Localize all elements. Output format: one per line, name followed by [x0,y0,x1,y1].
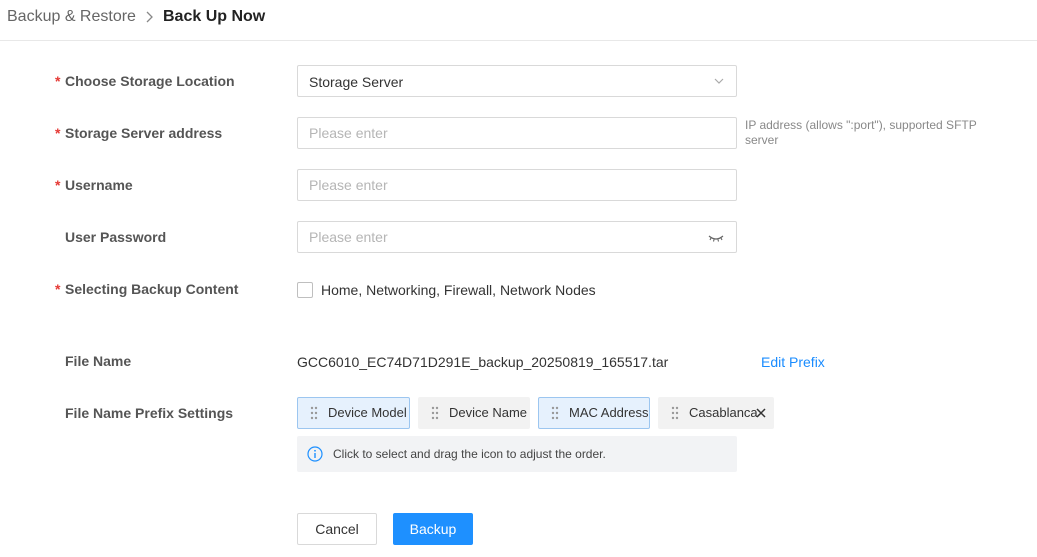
edit-prefix-link[interactable]: Edit Prefix [761,353,825,371]
chip-label: Casablanca [689,405,758,420]
prefix-chip-device-name[interactable]: Device Name [418,397,530,429]
close-icon[interactable] [756,408,766,418]
page-title: Back Up Now [163,8,266,25]
drag-handle-icon[interactable] [551,406,559,420]
prefix-chip-device-model[interactable]: Device Model [297,397,410,429]
eye-closed-icon[interactable] [708,232,724,244]
prefix-info-text: Click to select and drag the icon to adj… [333,447,606,461]
username-field-wrapper [297,169,737,201]
backup-button[interactable]: Backup [393,513,473,545]
storage-location-label: Choose Storage Location [65,73,235,89]
password-field-wrapper [297,221,737,253]
server-address-label: Storage Server address [65,125,223,141]
backup-content-label: Selecting Backup Content [65,281,239,297]
chip-label: Device Model [328,405,407,420]
storage-location-select[interactable]: Storage Server [297,65,737,97]
server-address-input[interactable] [298,118,736,148]
storage-location-value: Storage Server [309,74,404,90]
chevron-down-icon [714,78,724,84]
file-name-label: File Name [65,353,132,369]
password-input[interactable] [298,222,736,252]
chevron-right-icon [146,11,153,23]
backup-content-option-label[interactable]: Home, Networking, Firewall, Network Node… [321,281,596,299]
prefix-settings-label: File Name Prefix Settings [65,405,234,421]
page-header: Backup & Restore Back Up Now [0,0,1037,41]
required-marker: * [55,281,61,297]
prefix-info-box: Click to select and drag the icon to adj… [297,436,737,472]
drag-handle-icon[interactable] [310,406,318,420]
cancel-button[interactable]: Cancel [297,513,377,545]
file-name-value: GCC6010_EC74D71D291E_backup_20250819_165… [297,354,669,370]
required-marker: * [55,73,61,89]
drag-handle-icon[interactable] [671,406,679,420]
required-marker: * [55,125,61,141]
password-label: User Password [65,229,167,245]
chip-label: MAC Address [569,405,649,420]
server-address-field-wrapper [297,117,737,149]
chip-label: Device Name [449,405,528,420]
required-marker: * [55,177,61,193]
username-input[interactable] [298,170,736,200]
drag-handle-icon[interactable] [431,406,439,420]
server-address-hint: IP address (allows ":port"), supported S… [745,118,977,147]
info-icon [307,446,323,462]
breadcrumb-parent-link[interactable]: Backup & Restore [7,7,136,27]
prefix-chip-mac-address[interactable]: MAC Address [538,397,650,429]
prefix-chip-casablanca[interactable]: Casablanca [658,397,774,429]
username-label: Username [65,177,133,193]
backup-content-checkbox[interactable] [297,282,313,298]
